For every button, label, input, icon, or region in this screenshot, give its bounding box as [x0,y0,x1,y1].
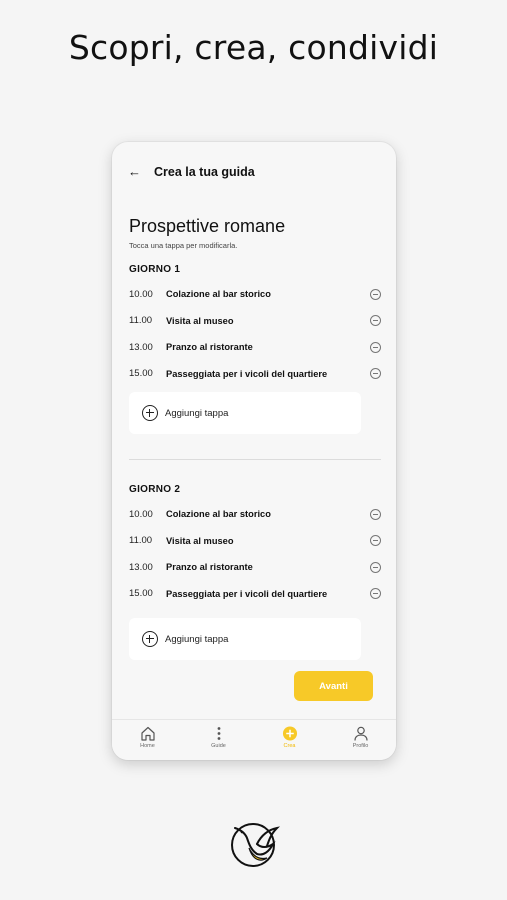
next-button[interactable]: Avanti [294,671,373,701]
stop-time: 10.00 [129,288,153,300]
back-arrow-icon[interactable]: ← [128,164,148,179]
remove-stop-icon[interactable] [370,341,381,353]
tab-label: Home [140,743,155,749]
more-vertical-icon [217,727,220,740]
plus-circle-icon [142,631,158,647]
stop-name: Visita al museo [166,535,234,546]
user-icon [353,726,368,741]
day-section-2: GIORNO 2 10.00 Colazione al bar storico … [129,484,381,607]
add-stop-label: Aggiungi tappa [165,633,229,645]
stop-time: 15.00 [129,368,153,380]
plus-circle-icon [282,726,297,741]
stop-row[interactable]: 10.00 Colazione al bar storico [129,501,381,528]
tab-label: Crea [283,743,296,749]
stop-name: Passeggiata per i vicoli del quartiere [166,368,328,379]
add-stop-label: Aggiungi tappa [165,407,229,419]
remove-stop-icon[interactable] [370,288,381,300]
guide-subtitle: Tocca una tappa per modificarla. [129,241,238,250]
remove-stop-icon[interactable] [370,508,381,520]
remove-stop-icon[interactable] [370,535,381,547]
tab-profilo[interactable]: Profilo [325,720,396,760]
stop-name: Pranzo al ristorante [166,342,253,353]
day-title: GIORNO 2 [129,484,181,495]
add-stop-button-day-2[interactable]: Aggiungi tappa [129,618,361,660]
plus-circle-icon [142,405,158,421]
stop-time: 13.00 [129,561,153,573]
stop-row[interactable]: 13.00 Pranzo al ristorante [129,554,381,581]
tab-bar: Home Guide Crea Profilo [112,719,396,760]
remove-stop-icon[interactable] [370,561,381,573]
stop-time: 15.00 [129,588,153,600]
remove-stop-icon[interactable] [370,588,381,600]
tab-crea[interactable]: Crea [254,720,325,760]
stop-time: 11.00 [129,535,153,547]
stop-row[interactable]: 15.00 Passeggiata per i vicoli del quart… [129,361,381,388]
remove-stop-icon[interactable] [370,315,381,327]
stop-name: Colazione al bar storico [166,289,271,300]
stop-name: Passeggiata per i vicoli del quartiere [166,588,328,599]
stop-row[interactable]: 13.00 Pranzo al ristorante [129,334,381,361]
divider [129,459,381,460]
tab-label: Profilo [352,743,369,749]
tab-guide[interactable]: Guide [183,720,254,760]
stop-name: Colazione al bar storico [166,509,271,520]
phone-screen: ← Crea la tua guida Prospettive romane T… [112,142,396,760]
stop-time: 10.00 [129,508,153,520]
stop-row[interactable]: 15.00 Passeggiata per i vicoli del quart… [129,581,381,608]
screen-title: Crea la tua guida [154,164,255,179]
stop-name: Visita al museo [166,315,234,326]
guide-title[interactable]: Prospettive romane [129,216,285,237]
bird-logo-icon [231,823,281,867]
stop-row[interactable]: 11.00 Visita al museo [129,528,381,555]
tab-home[interactable]: Home [112,720,183,760]
stop-time: 13.00 [129,341,153,353]
remove-stop-icon[interactable] [370,368,381,380]
top-bar: ← Crea la tua guida [128,164,255,179]
stop-row[interactable]: 10.00 Colazione al bar storico [129,281,381,308]
tab-label: Guide [211,743,226,749]
stop-row[interactable]: 11.00 Visita al museo [129,308,381,335]
stop-name: Pranzo al ristorante [166,562,253,573]
home-icon [140,726,155,741]
add-stop-button-day-1[interactable]: Aggiungi tappa [129,392,361,434]
headline: Scopri, crea, condividi [68,28,439,67]
day-title: GIORNO 1 [129,264,181,275]
day-section-1: GIORNO 1 10.00 Colazione al bar storico … [129,264,381,387]
stop-time: 11.00 [129,315,153,327]
